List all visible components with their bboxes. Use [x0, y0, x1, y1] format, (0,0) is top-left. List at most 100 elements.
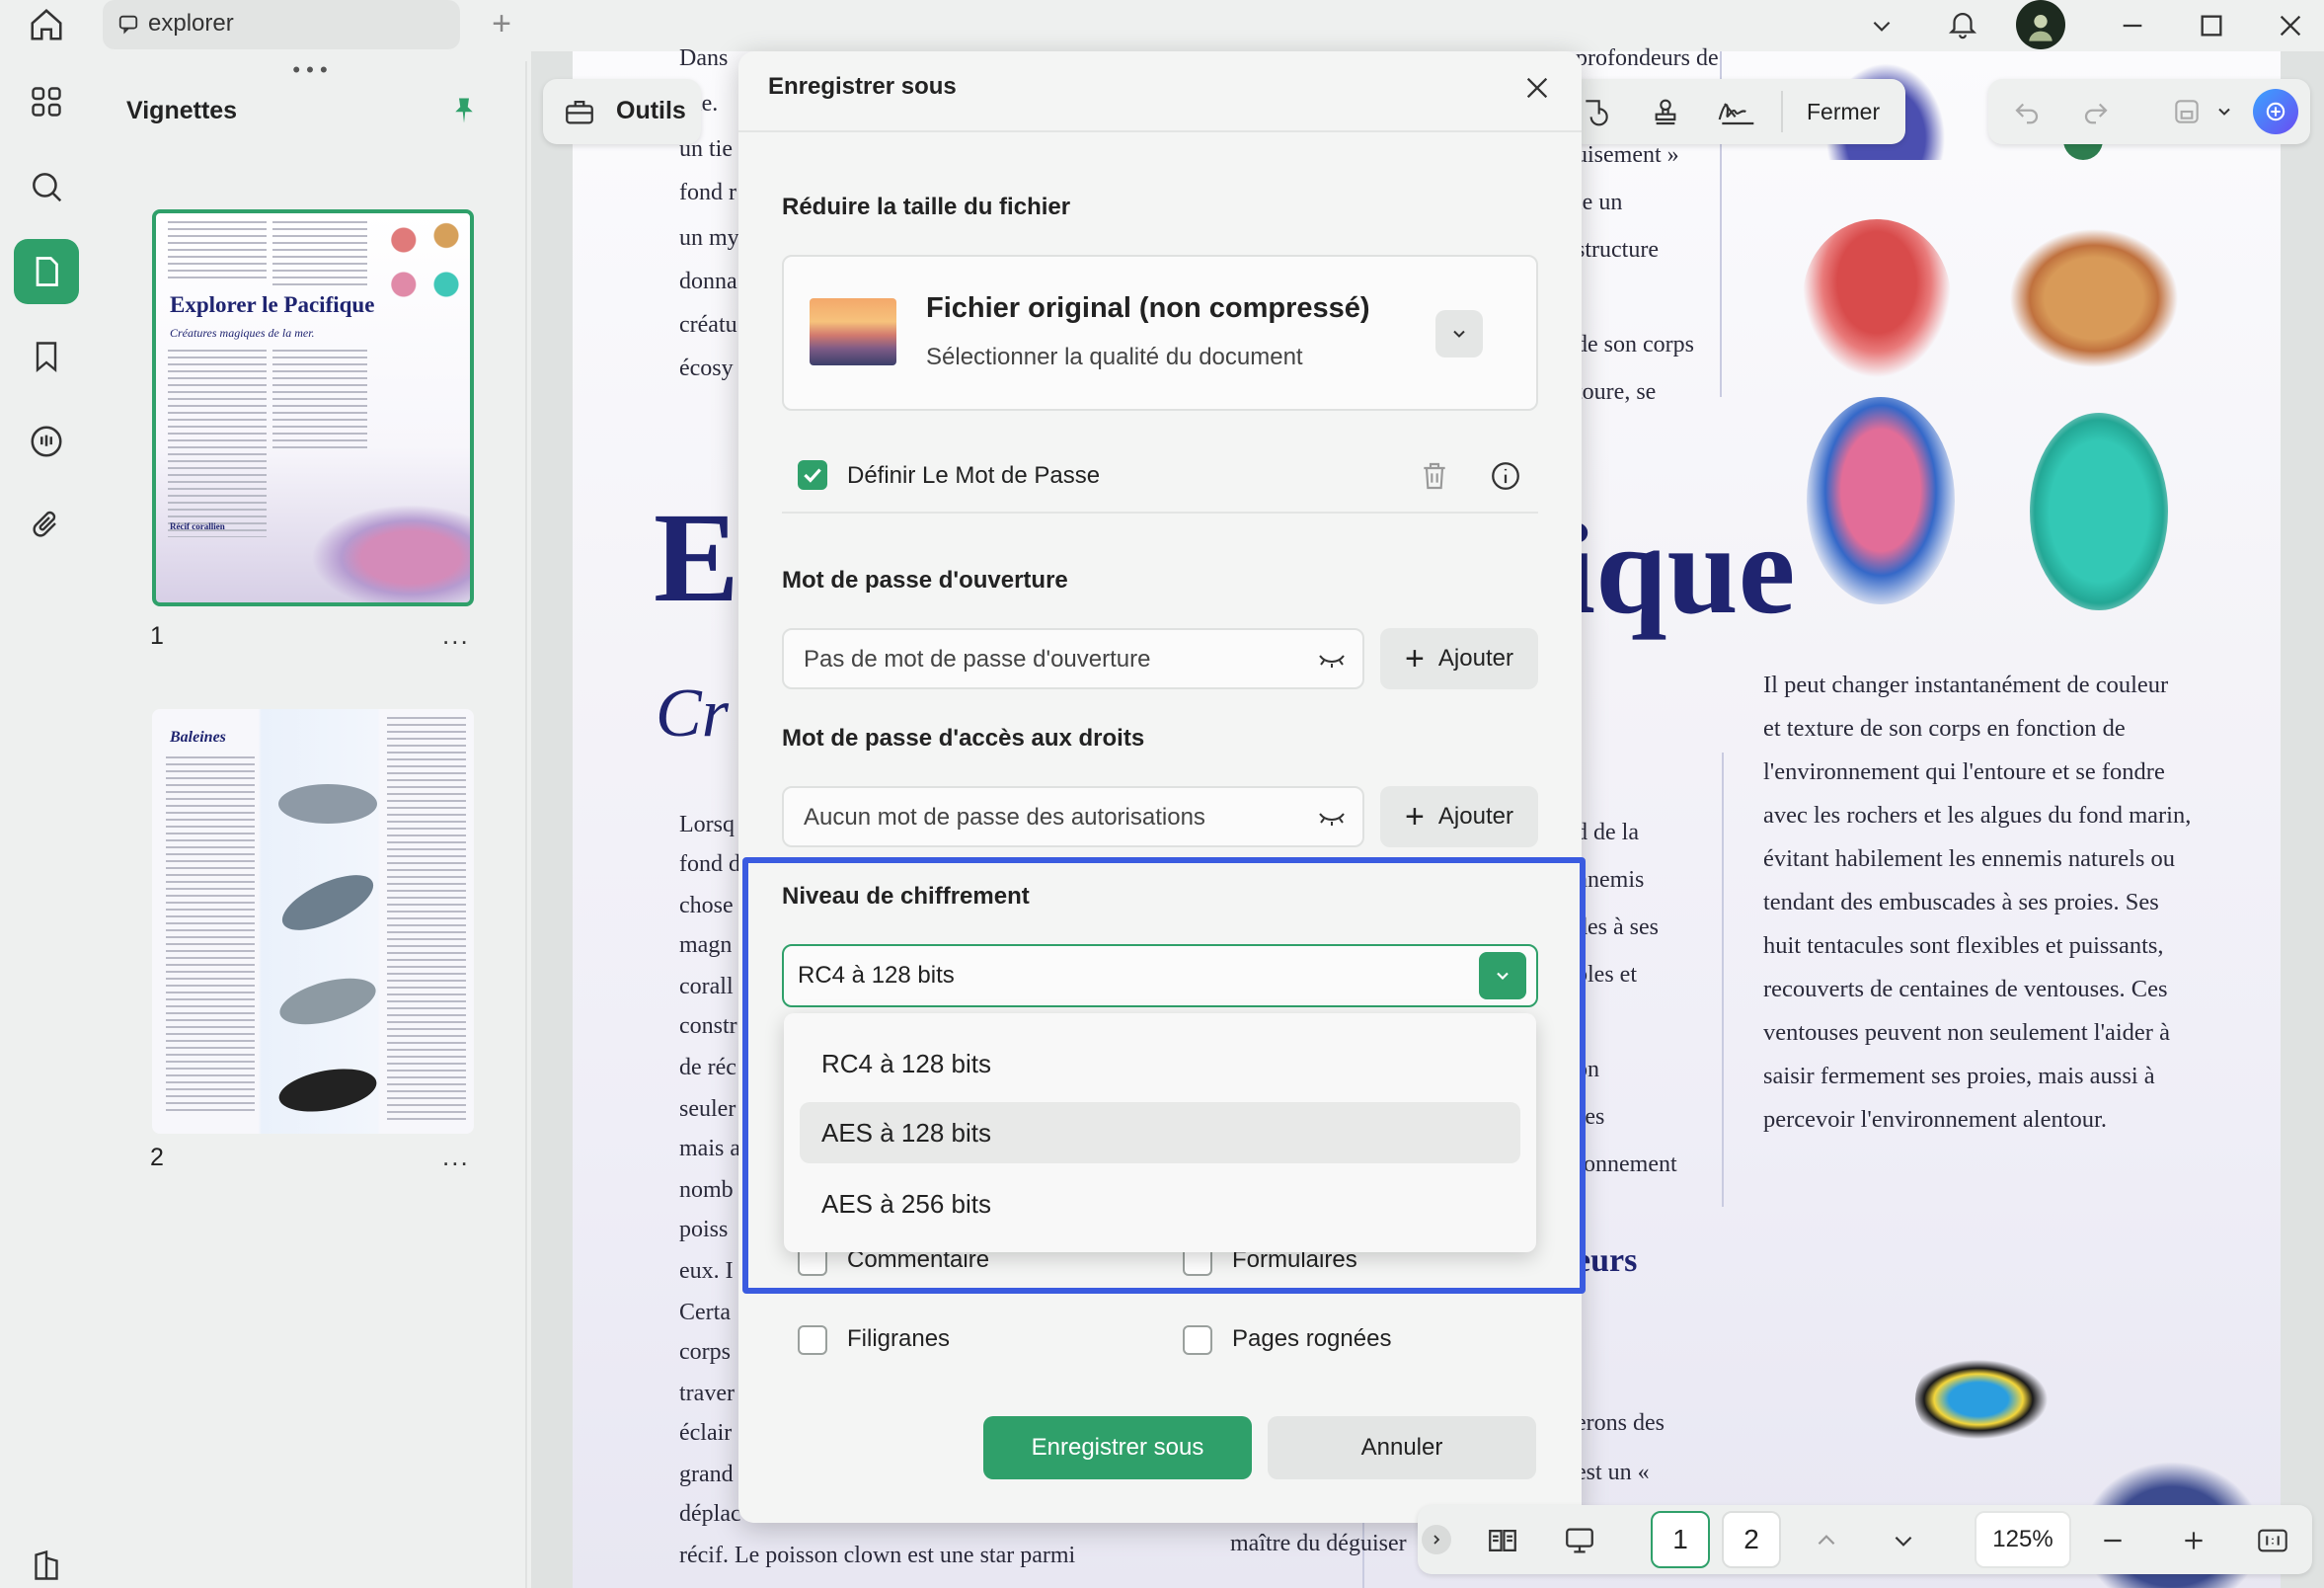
chevron-up-icon[interactable] — [1807, 1521, 1846, 1560]
bookmark-icon[interactable] — [14, 324, 79, 389]
thumb-2-number: 2 — [150, 1144, 164, 1171]
thumb-1-text-block — [168, 350, 267, 537]
doc-paragraph-line: tendant des embuscades à ses proies. Ses — [1763, 889, 2159, 915]
undo-icon[interactable] — [2008, 93, 2046, 130]
open-password-heading: Mot de passe d'ouverture — [782, 567, 1068, 594]
comments-icon[interactable] — [14, 409, 79, 474]
encryption-option-rc4-128[interactable]: RC4 à 128 bits — [800, 1033, 1520, 1094]
tab-title: explorer — [148, 10, 234, 37]
thumb-2-text-block — [387, 717, 466, 1122]
toolbox-icon[interactable] — [561, 93, 598, 130]
doc-text: de réc — [679, 1055, 736, 1080]
panel-title: Vignettes — [126, 97, 238, 124]
encryption-dropdown-list: RC4 à 128 bits AES à 128 bits AES à 256 … — [784, 1013, 1536, 1252]
doc-paragraph-line: et texture de son corps en fonction de — [1763, 715, 2126, 742]
cancel-button[interactable]: Annuler — [1268, 1416, 1536, 1479]
zoom-out-icon[interactable] — [2093, 1521, 2132, 1560]
zoom-in-icon[interactable] — [2174, 1521, 2213, 1560]
permissions-password-heading: Mot de passe d'accès aux droits — [782, 725, 1145, 752]
maximize-icon[interactable] — [2192, 6, 2231, 45]
doc-text: nnemis — [1576, 867, 1645, 893]
tools-button[interactable]: Outils — [616, 97, 686, 125]
avatar[interactable] — [2016, 0, 2065, 49]
doc-text: eux. I — [679, 1258, 734, 1284]
ai-assistant-icon[interactable] — [2253, 89, 2298, 134]
chevron-down-icon[interactable] — [1884, 1521, 1923, 1560]
home-icon[interactable] — [20, 2, 73, 47]
zoom-level[interactable]: 125% — [1975, 1511, 2071, 1568]
thumb-1-text-block — [168, 221, 267, 280]
info-icon[interactable] — [1487, 456, 1524, 496]
add-label: Ajouter — [1437, 645, 1513, 672]
page-1-button[interactable]: 1 — [1651, 1511, 1710, 1568]
thumb-1-more-button[interactable]: ... — [442, 620, 470, 651]
close-icon[interactable] — [1518, 69, 1556, 107]
permissions-password-field[interactable]: Aucun mot de passe des autorisations — [782, 786, 1364, 847]
doc-text: seuler — [679, 1096, 736, 1122]
search-icon[interactable] — [14, 154, 79, 219]
tube-coral-image — [2030, 413, 2168, 610]
actual-size-icon[interactable] — [2253, 1521, 2292, 1560]
thumb-2-more-button[interactable]: ... — [442, 1142, 470, 1172]
page-thumbnail-2[interactable]: Baleines — [152, 709, 474, 1134]
doc-text: chose — [679, 893, 734, 918]
encryption-option-aes-256[interactable]: AES à 256 bits — [800, 1173, 1520, 1234]
permissions-password-placeholder: Aucun mot de passe des autorisations — [804, 804, 1205, 831]
pin-icon[interactable] — [446, 91, 482, 130]
set-password-checkbox[interactable] — [798, 460, 827, 490]
encryption-option-aes-128[interactable]: AES à 128 bits — [800, 1102, 1520, 1163]
attachment-icon[interactable] — [14, 494, 79, 559]
pages-rognees-label: Pages rognées — [1232, 1325, 1392, 1352]
page-2-button[interactable]: 2 — [1722, 1511, 1781, 1568]
doc-heading-right: ique — [1560, 499, 1796, 641]
page-navigation-bar: 1 2 125% — [1418, 1505, 2312, 1574]
quality-selector[interactable]: Fichier original (non compressé) Sélecti… — [782, 255, 1538, 411]
plus-icon: + — [1405, 797, 1425, 835]
plus-icon: + — [1405, 639, 1425, 677]
pages-rognees-checkbox[interactable] — [1183, 1325, 1212, 1355]
close-window-icon[interactable] — [2271, 6, 2310, 45]
sidebar-settings-icon[interactable] — [14, 1533, 79, 1588]
bell-icon[interactable] — [1943, 4, 1982, 43]
doc-text: nomb — [679, 1177, 734, 1203]
thumb-2-whale-image — [278, 784, 377, 824]
thumbnails-icon[interactable] — [14, 239, 79, 304]
chevron-down-icon[interactable] — [1864, 8, 1899, 43]
eye-closed-icon[interactable] — [1317, 646, 1347, 674]
reading-mode-icon[interactable] — [1483, 1521, 1522, 1560]
shape-icon[interactable] — [1578, 93, 1615, 130]
eye-closed-icon[interactable] — [1317, 804, 1347, 832]
drag-handle-icon[interactable]: • • • — [290, 57, 330, 82]
new-tab-icon[interactable]: + — [484, 5, 519, 42]
page-thumbnail-1[interactable]: Explorer le Pacifique Créatures magiques… — [152, 209, 474, 606]
add-permissions-password-button[interactable]: + Ajouter — [1380, 786, 1538, 847]
column-divider — [1722, 753, 1724, 1207]
save-icon[interactable] — [2168, 93, 2206, 130]
chevron-down-icon[interactable] — [1435, 310, 1483, 357]
presentation-icon[interactable] — [1560, 1521, 1599, 1560]
save-options-chevron-icon[interactable] — [2211, 97, 2237, 126]
thumb-2-title: Baleines — [170, 729, 226, 746]
doc-text: éclair — [679, 1420, 733, 1446]
minimize-icon[interactable] — [2113, 6, 2152, 45]
signature-icon[interactable] — [1714, 93, 1759, 130]
redo-icon[interactable] — [2077, 93, 2115, 130]
quality-thumbnail-image — [810, 298, 896, 365]
add-open-password-button[interactable]: + Ajouter — [1380, 628, 1538, 689]
chevron-right-icon[interactable] — [1422, 1525, 1451, 1554]
stamp-icon[interactable] — [1647, 93, 1684, 130]
doc-paragraph-line: ventouses peuvent non seulement l'aider … — [1763, 1019, 2170, 1046]
filigranes-checkbox[interactable] — [798, 1325, 827, 1355]
document-tab[interactable]: explorer — [103, 0, 460, 49]
close-editor-button[interactable]: Fermer — [1807, 99, 1880, 125]
apps-icon[interactable] — [14, 69, 79, 134]
toolbar-divider — [1781, 91, 1783, 132]
trash-icon[interactable] — [1416, 456, 1453, 496]
filigranes-label: Filigranes — [847, 1325, 951, 1352]
save-as-button[interactable]: Enregistrer sous — [983, 1416, 1252, 1479]
thumb-1-subtitle: Créatures magiques de la mer. — [170, 326, 315, 340]
thumb-2-whale-image — [274, 863, 381, 942]
tools-toolbar: Outils — [543, 79, 701, 144]
open-password-field[interactable]: Pas de mot de passe d'ouverture — [782, 628, 1364, 689]
doc-text: mais a — [679, 1136, 740, 1161]
